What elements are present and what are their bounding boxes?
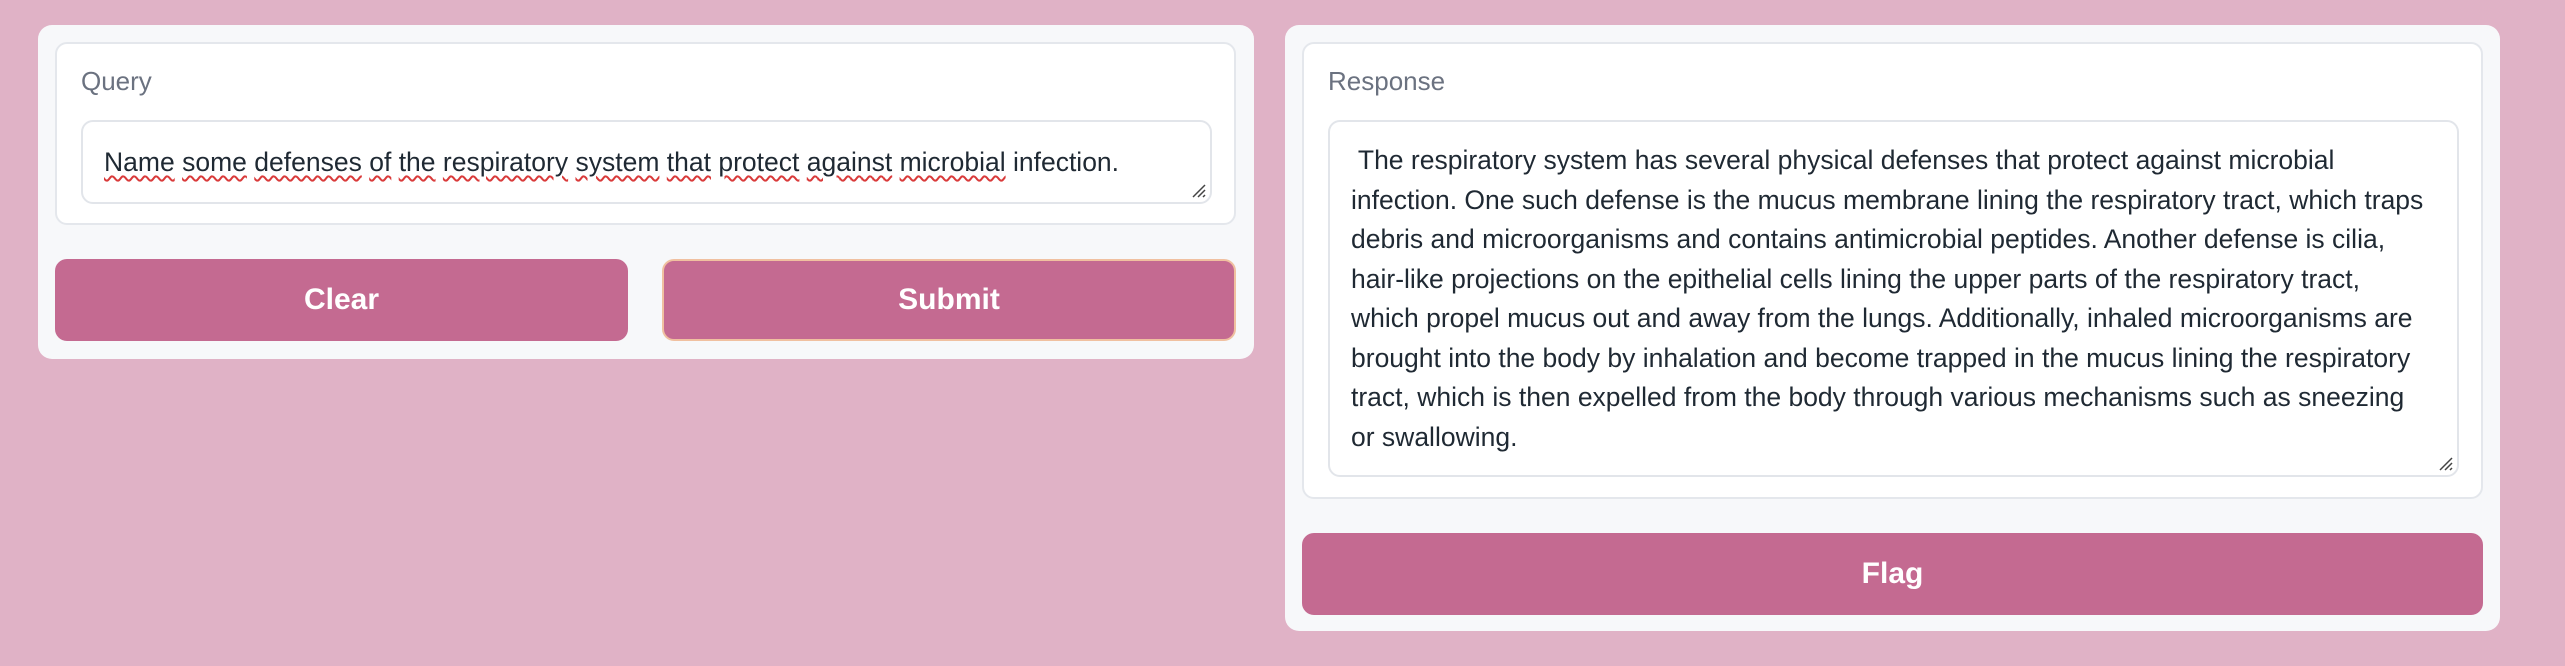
submit-button[interactable]: Submit (662, 259, 1236, 341)
response-output[interactable]: The respiratory system has several physi… (1328, 120, 2459, 477)
response-line: brought into the body by inhalation and … (1351, 342, 2411, 373)
clear-button[interactable]: Clear (55, 259, 628, 341)
resize-handle-icon[interactable] (1189, 181, 1207, 199)
response-line: tract, which is then expelled from the b… (1351, 382, 2405, 412)
query-word: system (575, 147, 660, 177)
response-line: debris and microorganisms and contains a… (1351, 224, 2386, 254)
response-line: or swallowing. (1351, 421, 1518, 452)
response-line: The respiratory system has several physi… (1351, 145, 2335, 175)
query-word: respiratory (442, 147, 569, 177)
output-panel: Response The respiratory system has seve… (1285, 25, 2500, 631)
response-block: Response The respiratory system has seve… (1302, 42, 2483, 499)
query-label: Query (81, 66, 152, 96)
response-line: which propel mucus out and away from the… (1351, 303, 2413, 333)
flag-button[interactable]: Flag (1302, 533, 2483, 615)
query-input[interactable]: Name some defenses of the respiratory sy… (81, 120, 1212, 204)
response-line: infection. One such defense is the mucus… (1351, 184, 2424, 215)
query-word: the (398, 147, 436, 177)
query-block: Query Name some defenses of the respirat… (55, 42, 1236, 225)
query-word: microbial (899, 147, 1006, 177)
input-panel: Query Name some defenses of the respirat… (38, 25, 1254, 359)
query-word: against (806, 147, 893, 177)
response-label: Response (1328, 66, 1446, 96)
query-word: protect (718, 147, 800, 177)
query-word: of (369, 147, 392, 177)
query-word: that (666, 147, 711, 177)
query-trailing-text: infection. (1005, 147, 1120, 177)
query-misspelled-text: Name some defenses of the respiratory sy… (104, 147, 1006, 177)
resize-handle-icon[interactable] (2436, 454, 2454, 472)
response-line: hair-like projections on the epithelial … (1351, 263, 2360, 294)
query-word: defenses (254, 147, 362, 177)
query-word: Name (104, 147, 175, 177)
query-word: some (182, 147, 247, 177)
